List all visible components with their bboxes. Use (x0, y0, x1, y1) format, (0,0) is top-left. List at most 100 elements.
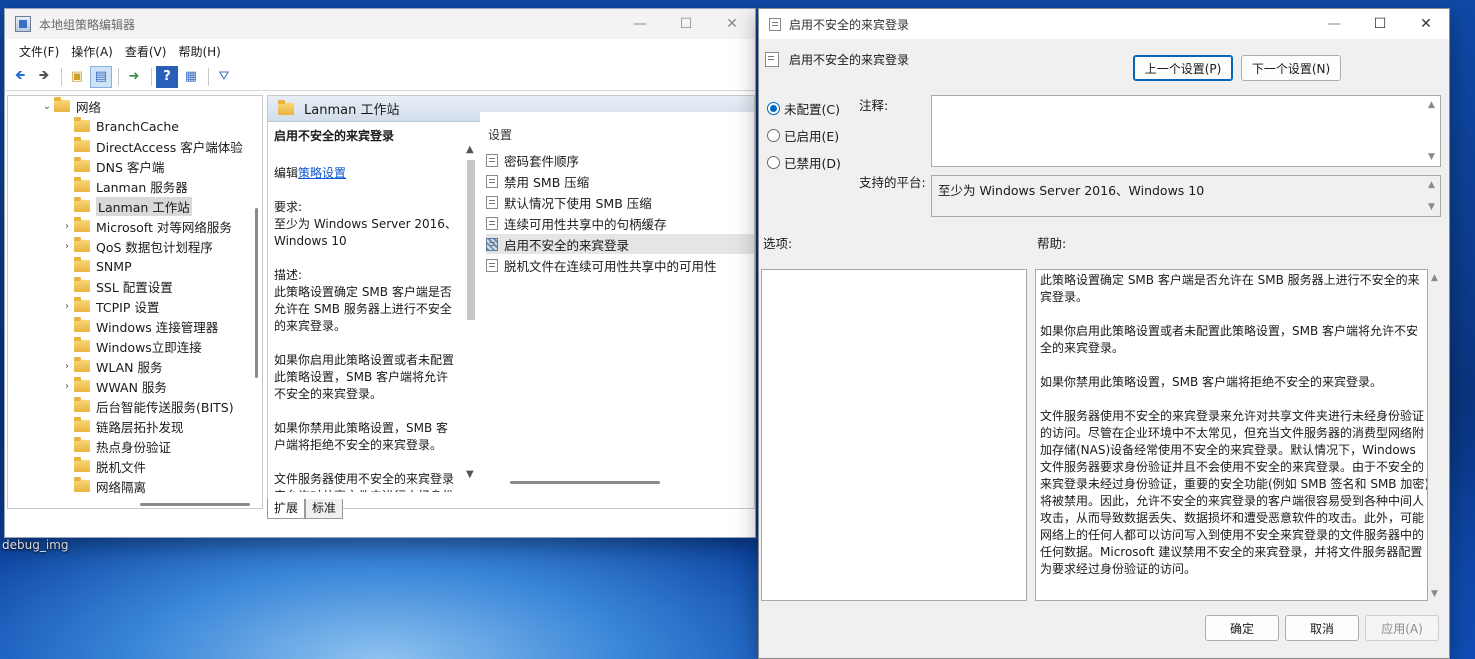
tab-standard[interactable]: 标准 (305, 499, 344, 519)
scroll-down-icon[interactable]: ▼ (1428, 202, 1435, 212)
settings-horizontal-scrollbar[interactable] (510, 481, 660, 484)
tree-item-label: Lanman 服务器 (96, 179, 188, 195)
tree-item[interactable]: › QoS 数据包计划程序 (8, 236, 262, 256)
setting-row[interactable]: 脱机文件在连续可用性共享中的可用性 (486, 255, 754, 275)
tree-item[interactable]: DirectAccess 客户端体验 (8, 136, 262, 156)
group-policy-editor-window: 本地组策略编辑器 — ☐ ✕ 文件(F) 操作(A) 查看(V) 帮助(H) 🡸… (4, 8, 756, 538)
radio-not-configured[interactable]: 未配置(C) (767, 99, 840, 118)
folder-icon (74, 397, 90, 412)
description-heading: 启用不安全的来宾登录 (274, 129, 395, 143)
tree-item[interactable]: 热点身份验证 (8, 436, 262, 456)
policy-setting-icon (769, 17, 781, 31)
tree-item[interactable]: 网络隔离 (8, 476, 262, 496)
show-tree-icon[interactable]: ▤ (90, 65, 112, 88)
tree-item-label: Windows 连接管理器 (96, 319, 219, 335)
tree-item[interactable]: BranchCache (8, 116, 262, 136)
back-arrow-icon[interactable]: 🡸 (9, 66, 31, 88)
scroll-up-icon[interactable]: ▲ (1428, 100, 1435, 110)
tab-extended[interactable]: 扩展 (267, 499, 306, 519)
apply-button[interactable]: 应用(A) (1365, 615, 1439, 641)
tree-item[interactable]: 链路层拓扑发现 (8, 416, 262, 436)
tree-pane[interactable]: ⌄ 网络 BranchCache DirectAccess 客户端体验 DNS 客户端 L… (7, 95, 263, 509)
menu-view[interactable]: 查看(V) (119, 43, 173, 60)
tree-item[interactable]: ⌄ 网络 (8, 96, 262, 116)
filter-icon[interactable]: ⛛ (213, 66, 235, 88)
tree-item[interactable]: Windows立即连接 (8, 336, 262, 356)
desktop-icon-label[interactable]: debug_img (2, 538, 68, 552)
setting-row[interactable]: 密码套件顺序 (486, 150, 754, 170)
radio-enabled[interactable]: 已启用(E) (767, 126, 839, 145)
tree-item[interactable]: Windows 连接管理器 (8, 316, 262, 336)
properties-icon[interactable]: ▦ (180, 66, 202, 88)
dialog-titlebar[interactable]: 启用不安全的来宾登录 — ☐ ✕ (759, 9, 1449, 39)
menu-file[interactable]: 文件(F) (13, 43, 65, 60)
policy-setting-icon (486, 174, 498, 188)
up-folder-icon[interactable]: ▣ (66, 66, 88, 88)
help-scrollbar[interactable]: ▲ ▼ (1431, 273, 1443, 599)
tree-item[interactable]: 脱机文件 (8, 456, 262, 476)
comment-textarea[interactable]: ▲ ▼ (931, 95, 1441, 167)
menu-help[interactable]: 帮助(H) (172, 43, 226, 60)
scroll-down-icon[interactable]: ▼ (466, 469, 474, 480)
tree-item[interactable]: Lanman 服务器 (8, 176, 262, 196)
tree-item[interactable]: › WLAN 服务 (8, 356, 262, 376)
tree-item-label: 热点身份验证 (96, 439, 172, 455)
scroll-down-icon[interactable]: ▼ (1428, 152, 1435, 162)
expand-chevron-icon[interactable]: › (60, 381, 74, 392)
description-scrollbar[interactable]: ▲ ▼ (464, 144, 478, 480)
close-button[interactable]: ✕ (1403, 9, 1449, 39)
tree-item[interactable]: › TCPIP 设置 (8, 296, 262, 316)
expand-chevron-icon[interactable]: › (60, 301, 74, 312)
gpedit-titlebar[interactable]: 本地组策略编辑器 — ☐ ✕ (5, 9, 755, 39)
expand-chevron-icon[interactable]: › (60, 221, 74, 232)
ok-button[interactable]: 确定 (1205, 615, 1279, 641)
tree-item[interactable]: SNMP (8, 256, 262, 276)
policy-setting-icon (486, 153, 498, 167)
policy-setting-icon (486, 237, 498, 251)
tree-item[interactable]: 后台智能传送服务(BITS) (8, 396, 262, 416)
radio-disabled[interactable]: 已禁用(D) (767, 153, 841, 172)
help-text: 此策略设置确定 SMB 客户端是否允许在 SMB 服务器上进行不安全的来宾登录。… (1040, 272, 1427, 595)
menu-action[interactable]: 操作(A) (65, 43, 119, 60)
scroll-up-icon[interactable]: ▲ (466, 144, 474, 155)
folder-icon (74, 437, 90, 452)
tree-vertical-scrollbar[interactable] (252, 96, 262, 508)
tree-item[interactable]: › WWAN 服务 (8, 376, 262, 396)
scroll-down-icon[interactable]: ▼ (1431, 589, 1438, 599)
settings-column-header[interactable]: 设置 (488, 126, 512, 143)
help-icon[interactable]: ? (156, 65, 178, 88)
next-setting-button[interactable]: 下一个设置(N) (1241, 55, 1341, 81)
minimize-button[interactable]: — (617, 9, 663, 39)
setting-row[interactable]: 启用不安全的来宾登录 (486, 234, 754, 254)
edit-policy-link[interactable]: 策略设置 (298, 166, 346, 180)
maximize-button[interactable]: ☐ (663, 9, 709, 39)
expand-chevron-icon[interactable]: › (60, 241, 74, 252)
radio-unselected-icon[interactable] (767, 129, 780, 142)
tree-item-label: 链路层拓扑发现 (96, 419, 184, 435)
scroll-up-icon[interactable]: ▲ (1428, 180, 1435, 190)
scroll-up-icon[interactable]: ▲ (1431, 273, 1438, 283)
radio-selected-icon[interactable] (767, 102, 780, 115)
forward-arrow-icon[interactable]: 🡺 (33, 66, 55, 88)
maximize-button[interactable]: ☐ (1357, 9, 1403, 39)
tree-item-label: SNMP (96, 258, 132, 274)
minimize-button[interactable]: — (1311, 9, 1357, 39)
export-list-icon[interactable]: ➜ (123, 66, 145, 88)
setting-row[interactable]: 默认情况下使用 SMB 压缩 (486, 192, 754, 212)
close-button[interactable]: ✕ (709, 9, 755, 39)
tree-item[interactable]: SSL 配置设置 (8, 276, 262, 296)
gpedit-app-icon (15, 16, 31, 32)
previous-setting-button[interactable]: 上一个设置(P) (1133, 55, 1233, 81)
help-panel[interactable]: 此策略设置确定 SMB 客户端是否允许在 SMB 服务器上进行不安全的来宾登录。… (1035, 269, 1428, 601)
expand-chevron-icon[interactable]: ⌄ (40, 101, 54, 112)
setting-row[interactable]: 连续可用性共享中的句柄缓存 (486, 213, 754, 233)
radio-unselected-icon[interactable] (767, 156, 780, 169)
cancel-button[interactable]: 取消 (1285, 615, 1359, 641)
setting-row[interactable]: 禁用 SMB 压缩 (486, 171, 754, 191)
expand-chevron-icon[interactable]: › (60, 361, 74, 372)
tree-item[interactable]: › Microsoft 对等网络服务 (8, 216, 262, 236)
tree-horizontal-scrollbar[interactable] (8, 498, 262, 508)
tree-item[interactable]: Lanman 工作站 (8, 196, 262, 216)
options-label: 选项: (763, 236, 793, 251)
tree-item[interactable]: DNS 客户端 (8, 156, 262, 176)
